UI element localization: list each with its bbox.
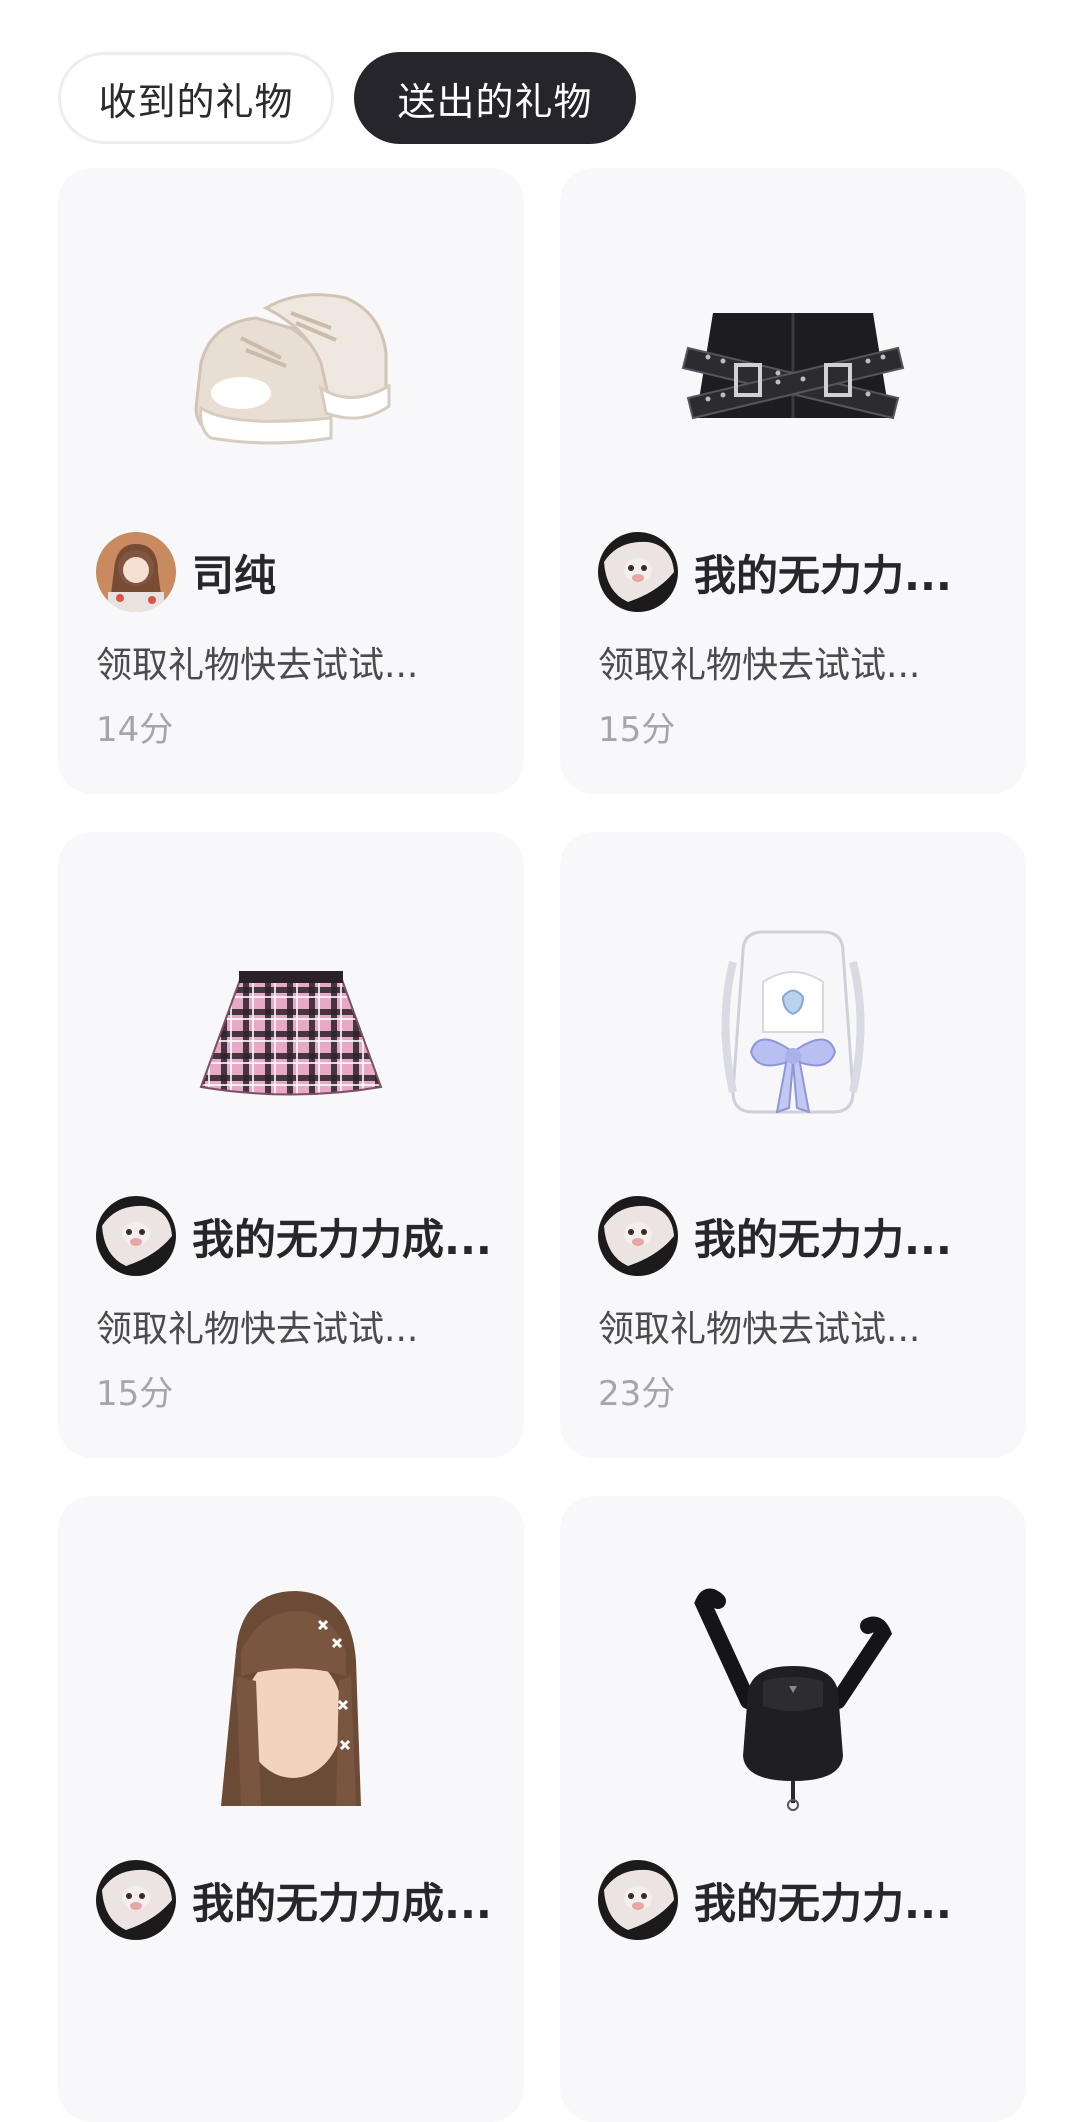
black-backpack-icon (653, 1566, 933, 1826)
belted-skirt-icon (653, 238, 933, 498)
plaid-skirt-icon (151, 902, 431, 1162)
gift-card[interactable]: 我的无力力成... (58, 1496, 524, 2122)
gift-message: 领取礼物快去试试... (96, 645, 419, 686)
sender-name: 我的无力力... (694, 550, 952, 600)
avatar[interactable] (598, 532, 678, 612)
gift-time: 14分 (96, 710, 174, 750)
gift-message: 领取礼物快去试试... (96, 1309, 419, 1350)
avatar[interactable] (598, 1860, 678, 1940)
avatar[interactable] (96, 1860, 176, 1940)
bow-backpack-icon (653, 902, 933, 1162)
sender: 我的无力力成... (96, 1860, 492, 1940)
gift-message: 领取礼物快去试试... (598, 645, 921, 686)
sender: 我的无力力... (598, 1860, 952, 1940)
gift-time: 23分 (598, 1374, 676, 1414)
gift-card[interactable]: 我的无力力... 领取礼物快去试试... 15分 (560, 168, 1026, 794)
gift-grid: 司纯 领取礼物快去试试... 14分 我的无力力... 领取礼物快去试试... … (58, 168, 1026, 2122)
sender-name: 我的无力力... (694, 1878, 952, 1928)
sender: 我的无力力成... (96, 1196, 492, 1276)
avatar[interactable] (96, 532, 176, 612)
sender: 我的无力力... (598, 1196, 952, 1276)
gift-time: 15分 (598, 710, 676, 750)
tab-received-gifts[interactable]: 收到的礼物 (58, 52, 334, 144)
sneakers-icon (151, 238, 431, 498)
sender-name: 我的无力力... (694, 1214, 952, 1264)
gift-message: 领取礼物快去试试... (598, 1309, 921, 1350)
gift-card[interactable]: 我的无力力成... 领取礼物快去试试... 15分 (58, 832, 524, 1458)
sender: 司纯 (96, 532, 276, 612)
gift-tabs: 收到的礼物 送出的礼物 (58, 52, 636, 144)
gift-time: 15分 (96, 1374, 174, 1414)
gift-card[interactable]: 司纯 领取礼物快去试试... 14分 (58, 168, 524, 794)
gift-card[interactable]: 我的无力力... 领取礼物快去试试... 23分 (560, 832, 1026, 1458)
sender-name: 我的无力力成... (192, 1878, 492, 1928)
sender: 我的无力力... (598, 532, 952, 612)
sender-name: 我的无力力成... (192, 1214, 492, 1264)
braided-hair-icon (151, 1566, 431, 1826)
avatar[interactable] (598, 1196, 678, 1276)
tab-sent-gifts[interactable]: 送出的礼物 (354, 52, 636, 144)
sender-name: 司纯 (192, 550, 277, 600)
gift-card[interactable]: 我的无力力... (560, 1496, 1026, 2122)
avatar[interactable] (96, 1196, 176, 1276)
